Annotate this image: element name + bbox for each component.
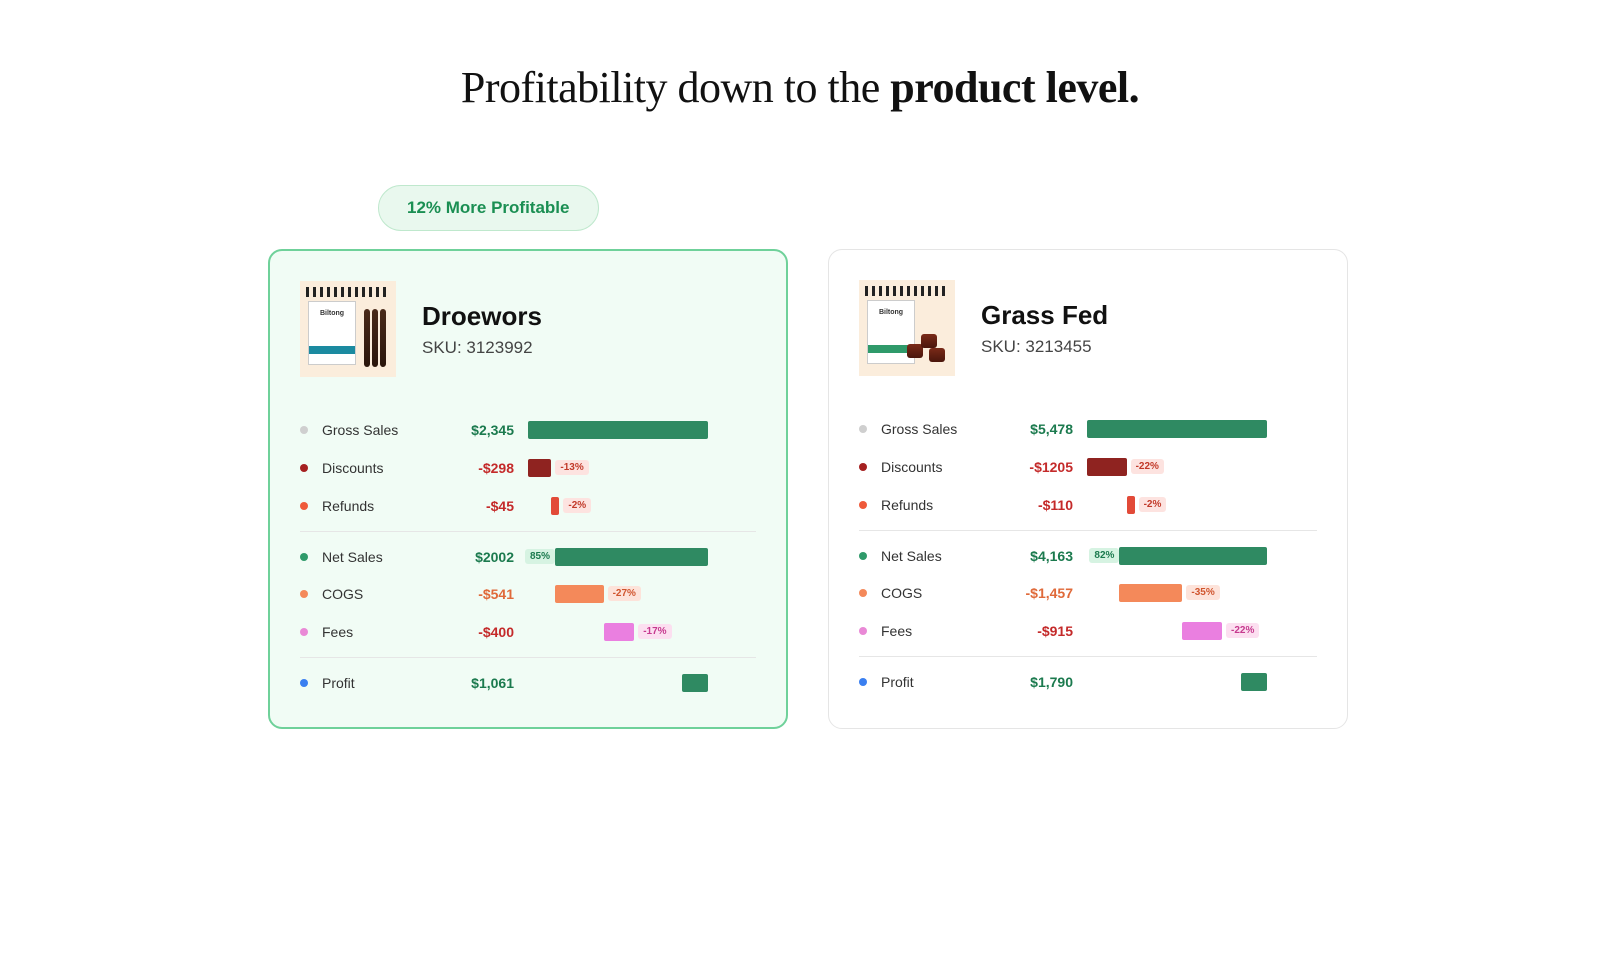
metric-rows: Gross Sales $2,345 Discounts -$298 -13% …	[300, 411, 756, 701]
page-title: Profitability down to the product level.	[0, 62, 1600, 113]
product-card-grassfed[interactable]: Biltong Grass Fed SKU: 3213455 Gross Sal…	[828, 249, 1348, 729]
pct-badge-fees: -17%	[638, 624, 671, 639]
metric-row-cogs: COGS -$541 -27%	[300, 575, 756, 613]
metric-row-net_sales: Net Sales $2002 85%	[300, 531, 756, 575]
metric-value-discounts: -$1205	[999, 459, 1079, 475]
product-name: Grass Fed	[981, 300, 1108, 331]
metric-bar-profit	[1087, 673, 1267, 691]
product-name: Droewors	[422, 301, 542, 332]
metric-row-profit: Profit $1,790	[859, 656, 1317, 700]
metric-row-discounts: Discounts -$1205 -22%	[859, 448, 1317, 486]
legend-dot-profit	[300, 679, 308, 687]
metric-value-fees: -$915	[999, 623, 1079, 639]
metric-bar-discounts: -13%	[528, 459, 708, 477]
legend-dot-discounts	[859, 463, 867, 471]
metric-bar-discounts: -22%	[1087, 458, 1267, 476]
metric-label-cogs: COGS	[322, 586, 432, 602]
metric-value-net_sales: $2002	[440, 549, 520, 565]
pct-badge-net_sales: 82%	[1089, 548, 1119, 563]
metric-row-gross_sales: Gross Sales $5,478	[859, 410, 1317, 448]
metric-row-refunds: Refunds -$45 -2%	[300, 487, 756, 525]
product-card-droewors[interactable]: Biltong Droewors SKU: 3123992 Gross Sale…	[268, 249, 788, 729]
page-title-plain: Profitability down to the	[461, 63, 890, 112]
product-header: Biltong Droewors SKU: 3123992	[300, 281, 756, 377]
metric-row-cogs: COGS -$1,457 -35%	[859, 574, 1317, 612]
metric-label-cogs: COGS	[881, 585, 991, 601]
metric-label-discounts: Discounts	[322, 460, 432, 476]
metric-label-net_sales: Net Sales	[322, 549, 432, 565]
pct-badge-cogs: -27%	[608, 586, 641, 601]
metric-bar-gross_sales	[528, 421, 708, 439]
metric-bar-refunds: -2%	[1087, 496, 1267, 514]
pct-badge-refunds: -2%	[1139, 497, 1167, 512]
metric-bar-fees: -17%	[528, 623, 708, 641]
metric-value-gross_sales: $2,345	[440, 422, 520, 438]
metric-label-profit: Profit	[881, 674, 991, 690]
metric-label-gross_sales: Gross Sales	[322, 422, 432, 438]
metric-label-fees: Fees	[322, 624, 432, 640]
metric-value-refunds: -$110	[999, 497, 1079, 513]
legend-dot-gross_sales	[300, 426, 308, 434]
legend-dot-cogs	[859, 589, 867, 597]
legend-dot-cogs	[300, 590, 308, 598]
metric-value-profit: $1,790	[999, 674, 1079, 690]
metric-label-refunds: Refunds	[881, 497, 991, 513]
legend-dot-net_sales	[300, 553, 308, 561]
legend-dot-refunds	[300, 502, 308, 510]
metric-bar-cogs: -35%	[1087, 584, 1267, 602]
metric-bar-net_sales: 85%	[528, 548, 708, 566]
product-sku: SKU: 3213455	[981, 337, 1108, 357]
metric-label-net_sales: Net Sales	[881, 548, 991, 564]
metric-row-net_sales: Net Sales $4,163 82%	[859, 530, 1317, 574]
product-sku: SKU: 3123992	[422, 338, 542, 358]
profitability-badge: 12% More Profitable	[378, 185, 599, 231]
metric-bar-fees: -22%	[1087, 622, 1267, 640]
legend-dot-discounts	[300, 464, 308, 472]
metric-row-fees: Fees -$915 -22%	[859, 612, 1317, 650]
product-header: Biltong Grass Fed SKU: 3213455	[859, 280, 1317, 376]
pct-badge-net_sales: 85%	[525, 549, 555, 564]
metric-value-discounts: -$298	[440, 460, 520, 476]
legend-dot-profit	[859, 678, 867, 686]
legend-dot-fees	[300, 628, 308, 636]
pct-badge-fees: -22%	[1226, 623, 1259, 638]
metric-bar-cogs: -27%	[528, 585, 708, 603]
product-thumb: Biltong	[300, 281, 396, 377]
metric-value-refunds: -$45	[440, 498, 520, 514]
legend-dot-fees	[859, 627, 867, 635]
pct-badge-discounts: -22%	[1131, 459, 1164, 474]
metric-label-fees: Fees	[881, 623, 991, 639]
metric-value-cogs: -$541	[440, 586, 520, 602]
metric-rows: Gross Sales $5,478 Discounts -$1205 -22%…	[859, 410, 1317, 700]
metric-row-profit: Profit $1,061	[300, 657, 756, 701]
metric-bar-profit	[528, 674, 708, 692]
metric-bar-refunds: -2%	[528, 497, 708, 515]
legend-dot-refunds	[859, 501, 867, 509]
metric-row-gross_sales: Gross Sales $2,345	[300, 411, 756, 449]
pct-badge-discounts: -13%	[555, 460, 588, 475]
metric-bar-net_sales: 82%	[1087, 547, 1267, 565]
metric-label-discounts: Discounts	[881, 459, 991, 475]
metric-row-discounts: Discounts -$298 -13%	[300, 449, 756, 487]
metric-bar-gross_sales	[1087, 420, 1267, 438]
page-title-bold: product level.	[890, 63, 1139, 112]
metric-label-profit: Profit	[322, 675, 432, 691]
product-thumb: Biltong	[859, 280, 955, 376]
metric-label-refunds: Refunds	[322, 498, 432, 514]
metric-row-refunds: Refunds -$110 -2%	[859, 486, 1317, 524]
legend-dot-net_sales	[859, 552, 867, 560]
product-cards: Biltong Droewors SKU: 3123992 Gross Sale…	[0, 249, 1600, 729]
legend-dot-gross_sales	[859, 425, 867, 433]
metric-value-fees: -$400	[440, 624, 520, 640]
metric-value-gross_sales: $5,478	[999, 421, 1079, 437]
metric-value-net_sales: $4,163	[999, 548, 1079, 564]
pct-badge-cogs: -35%	[1186, 585, 1219, 600]
pct-badge-refunds: -2%	[563, 498, 591, 513]
metric-label-gross_sales: Gross Sales	[881, 421, 991, 437]
metric-value-cogs: -$1,457	[999, 585, 1079, 601]
metric-row-fees: Fees -$400 -17%	[300, 613, 756, 651]
metric-value-profit: $1,061	[440, 675, 520, 691]
